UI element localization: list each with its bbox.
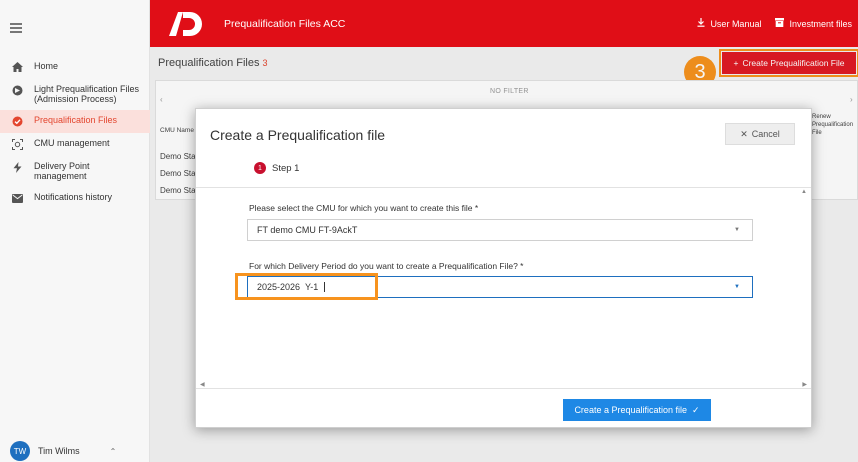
dialog-title: Create a Prequalification file [210, 127, 386, 143]
download-icon [697, 18, 705, 29]
annotation-highlight-box [235, 273, 378, 300]
app-title: Prequalification Files ACC [224, 17, 346, 30]
divider [196, 388, 811, 389]
step-label: Step 1 [272, 162, 300, 174]
scroll-left-icon[interactable]: ◀ [200, 381, 205, 388]
sidebar-item-label: Prequalification Files [34, 115, 118, 125]
sidebar-item-cmu-management[interactable]: CMU management [0, 133, 150, 156]
home-icon [10, 61, 24, 73]
user-menu[interactable]: TW Tim Wilms ⌃ [0, 440, 150, 462]
user-name: Tim Wilms [38, 446, 80, 456]
sidebar: Home Light Prequalification Files (Admis… [0, 0, 150, 462]
cancel-button[interactable]: ✕ Cancel [725, 123, 795, 145]
sidebar-item-home[interactable]: Home [0, 56, 150, 79]
menu-icon[interactable] [10, 23, 22, 33]
cancel-label: Cancel [751, 129, 780, 139]
create-file-dialog: Create a Prequalification file ✕ Cancel … [195, 108, 812, 428]
sidebar-item-light-prequalification[interactable]: Light Prequalification Files (Admission … [0, 79, 150, 110]
sidebar-item-prequalification-files[interactable]: Prequalification Files [0, 110, 150, 133]
user-manual-label: User Manual [710, 18, 762, 29]
admission-icon [10, 84, 24, 96]
scroll-right-icon[interactable]: ▶ [802, 381, 807, 388]
sidebar-nav: Home Light Prequalification Files (Admis… [0, 56, 150, 210]
bolt-icon [10, 161, 24, 173]
archive-icon [775, 18, 785, 29]
check-icon: ✓ [692, 404, 700, 415]
divider [196, 187, 811, 188]
mail-icon [10, 192, 24, 204]
cmu-select[interactable]: FT demo CMU FT-9AckT ▼ [247, 219, 753, 241]
avatar: TW [10, 441, 30, 461]
sidebar-item-label: Delivery Point management [34, 161, 90, 181]
cmu-select-label: Please select the CMU for which you want… [249, 203, 479, 213]
sidebar-item-label: Notifications history [34, 192, 113, 202]
top-header: Prequalification Files ACC User Manual I… [150, 0, 858, 47]
caret-down-icon: ▼ [734, 284, 740, 290]
investment-files-label: Investment files [789, 18, 852, 29]
close-icon: ✕ [740, 128, 748, 139]
cmu-select-value: FT demo CMU FT-9AckT [257, 225, 358, 235]
scroll-up-icon[interactable]: ▲ [801, 189, 807, 195]
submit-label: Create a Prequalification file [574, 405, 687, 415]
logo [168, 10, 204, 38]
stepper-step: 1 Step 1 [254, 162, 299, 174]
step-number-badge: 1 [254, 162, 266, 174]
sidebar-item-label: CMU management [34, 138, 110, 148]
create-prequalification-file-submit-button[interactable]: Create a Prequalification file ✓ [563, 399, 711, 421]
sidebar-item-delivery-point[interactable]: Delivery Point management [0, 156, 150, 187]
sidebar-item-label: Home [34, 61, 59, 71]
user-manual-link[interactable]: User Manual [697, 18, 761, 29]
sidebar-item-notifications[interactable]: Notifications history [0, 187, 150, 210]
target-icon [10, 138, 24, 150]
sidebar-item-label: Light Prequalification Files (Admission … [34, 84, 140, 104]
chevron-updown-icon[interactable]: ⌃ [110, 447, 117, 456]
delivery-period-label: For which Delivery Period do you want to… [249, 261, 524, 271]
check-circle-icon [10, 115, 24, 127]
header-links: User Manual Investment files [697, 0, 852, 47]
investment-files-link[interactable]: Investment files [775, 18, 852, 29]
caret-down-icon: ▼ [734, 227, 740, 233]
